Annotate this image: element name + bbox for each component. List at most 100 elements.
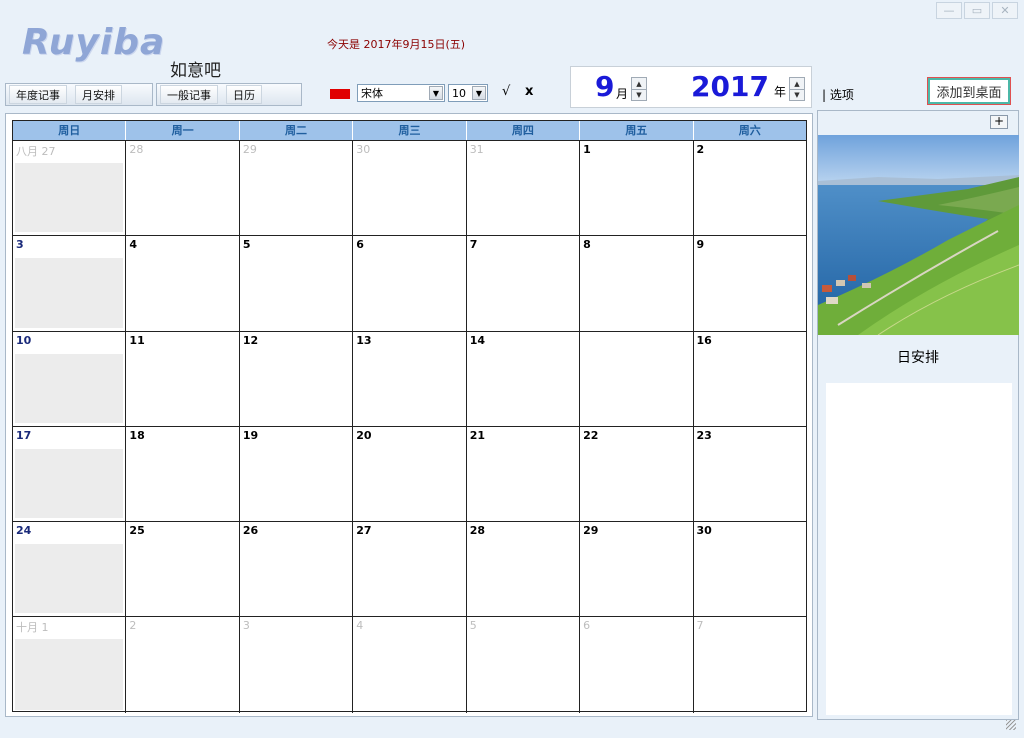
weekday-header: 周日 周一 周二 周三 周四 周五 周六 xyxy=(13,121,806,141)
calendar-day-cell[interactable]: 6 xyxy=(352,236,465,331)
calendar-day-cell[interactable]: 30 xyxy=(352,141,465,236)
maximize-icon[interactable]: ▭ xyxy=(964,2,990,19)
font-size-value: 10 xyxy=(452,86,466,100)
calendar-day-cell[interactable]: 27 xyxy=(352,522,465,617)
landscape-photo xyxy=(818,135,1019,335)
day-number: 4 xyxy=(129,238,138,252)
window-controls: — ▭ ✕ xyxy=(936,2,1018,19)
calendar-day-cell[interactable]: 八月 27 xyxy=(13,141,125,235)
calendar-day-cell[interactable]: 12 xyxy=(238,331,352,426)
calendar-day-cell[interactable]: 29 xyxy=(238,141,352,236)
confirm-button[interactable]: √ xyxy=(502,84,510,99)
month-spinner[interactable]: ▲ ▼ xyxy=(631,77,647,101)
calendar-day-cell[interactable]: 4 xyxy=(352,617,465,713)
month-value: 9 xyxy=(595,70,615,103)
weekday-label: 周日 xyxy=(58,124,81,137)
general-notes-button[interactable]: 一般记事 xyxy=(160,85,218,104)
calendar-day-cell[interactable]: 29 xyxy=(579,522,692,617)
calendar-day-cell[interactable]: 14 xyxy=(465,331,579,426)
calendar-day-cell[interactable]: 17 xyxy=(13,427,125,521)
day-number: 13 xyxy=(356,333,372,347)
calendar-day-cell[interactable]: 7 xyxy=(465,236,579,331)
weekday-label: 周四 xyxy=(465,121,579,140)
logo-text: Ruyiba xyxy=(22,22,166,63)
calendar-day-cell[interactable]: 3 xyxy=(238,617,352,713)
spin-down-icon[interactable]: ▼ xyxy=(790,89,804,100)
resize-grip-icon[interactable] xyxy=(1006,720,1016,730)
monthly-plan-button[interactable]: 月安排 xyxy=(75,85,122,104)
calendar-day-cell[interactable]: 26 xyxy=(238,522,352,617)
chevron-down-icon[interactable]: ▼ xyxy=(472,86,486,100)
day-schedule-area[interactable] xyxy=(826,383,1012,715)
weekday-label: 周六 xyxy=(692,121,806,140)
chevron-down-icon[interactable]: ▼ xyxy=(429,86,443,100)
calendar-day-cell[interactable]: 23 xyxy=(692,426,806,522)
calendar-day-cell[interactable]: 13 xyxy=(352,331,465,426)
add-to-desktop-button[interactable]: 添加到桌面 xyxy=(927,77,1011,105)
side-panel: + 日安排 xyxy=(817,110,1019,720)
calendar-day-cell[interactable]: 21 xyxy=(465,426,579,522)
calendar-day-cell[interactable]: 4 xyxy=(125,236,238,331)
day-number: 19 xyxy=(242,428,259,442)
day-note-area[interactable] xyxy=(15,163,124,233)
spin-up-icon[interactable]: ▲ xyxy=(790,78,804,89)
day-number: 10 xyxy=(16,333,32,347)
calendar-body: 八月 2728293031123456789101112131415161718… xyxy=(13,141,929,713)
text-color-swatch[interactable] xyxy=(330,89,350,99)
day-number: 30 xyxy=(356,143,371,156)
calendar-day-cell[interactable]: 22 xyxy=(579,426,692,522)
calendar-day-cell[interactable]: 3 xyxy=(13,236,125,330)
calendar-button[interactable]: 日历 xyxy=(226,85,262,104)
day-number: 十月 1 xyxy=(16,621,49,635)
calendar-day-cell[interactable]: 十月 1 xyxy=(13,617,125,712)
minimize-icon[interactable]: — xyxy=(936,2,962,19)
calendar-day-cell[interactable]: 28 xyxy=(465,522,579,617)
cancel-button[interactable]: x xyxy=(525,84,533,99)
calendar-day-cell[interactable]: 30 xyxy=(692,522,806,617)
day-number: 4 xyxy=(356,619,364,633)
calendar-day-cell[interactable]: 16 xyxy=(692,331,806,426)
calendar-day-cell[interactable]: 2 xyxy=(125,617,238,713)
spin-up-icon[interactable]: ▲ xyxy=(632,78,646,89)
year-unit: 年 xyxy=(774,85,787,99)
calendar-day-cell[interactable]: 5 xyxy=(238,236,352,331)
day-number: 25 xyxy=(129,524,145,538)
calendar-day-cell[interactable]: 31 xyxy=(465,141,579,236)
calendar-day-cell[interactable]: 6 xyxy=(579,617,692,713)
day-note-area[interactable] xyxy=(15,353,124,423)
yearly-notes-button[interactable]: 年度记事 xyxy=(9,85,67,104)
day-number: 5 xyxy=(469,619,477,633)
day-note-area[interactable] xyxy=(15,544,124,614)
font-select[interactable]: 宋体 ▼ xyxy=(357,84,445,102)
day-note-area[interactable] xyxy=(15,448,124,519)
font-size-select[interactable]: 10 ▼ xyxy=(448,84,488,102)
add-icon[interactable]: + xyxy=(990,115,1008,129)
calendar-day-cell[interactable]: 11 xyxy=(125,331,238,426)
calendar-day-cell[interactable]: 19 xyxy=(238,426,352,522)
calendar-day-cell[interactable]: 9 xyxy=(692,236,806,331)
app-name: 如意吧 xyxy=(170,61,221,81)
day-number: 7 xyxy=(696,619,704,633)
day-note-area[interactable] xyxy=(15,258,124,328)
calendar-day-cell[interactable]: 5 xyxy=(465,617,579,713)
day-number: 6 xyxy=(583,619,591,633)
day-note-area[interactable] xyxy=(15,639,124,710)
calendar-day-cell[interactable]: 8 xyxy=(579,236,692,331)
calendar-day-cell[interactable]: 20 xyxy=(352,426,465,522)
calendar-week-row: 24 25 26 27 28 29 30 xyxy=(13,522,806,618)
year-spinner[interactable]: ▲ ▼ xyxy=(789,77,805,101)
calendar-day-cell[interactable]: 10 xyxy=(13,332,125,426)
calendar-day-cell[interactable]: 18 xyxy=(125,426,238,522)
options-link[interactable]: | 选项 xyxy=(822,86,854,103)
calendar-day-cell[interactable]: 15 xyxy=(579,331,929,426)
calendar-day-cell[interactable]: 28 xyxy=(125,141,238,236)
calendar-day-cell[interactable]: 7 xyxy=(692,617,806,713)
calendar-day-cell[interactable]: 24 xyxy=(13,522,125,616)
day-number: 31 xyxy=(469,143,484,156)
calendar-day-cell[interactable]: 2 xyxy=(692,141,806,236)
spin-down-icon[interactable]: ▼ xyxy=(632,89,646,100)
calendar-day-cell[interactable]: 25 xyxy=(125,522,238,617)
calendar-day-cell[interactable]: 1 xyxy=(579,141,692,236)
day-number: 7 xyxy=(469,238,478,252)
close-icon[interactable]: ✕ xyxy=(992,2,1018,19)
